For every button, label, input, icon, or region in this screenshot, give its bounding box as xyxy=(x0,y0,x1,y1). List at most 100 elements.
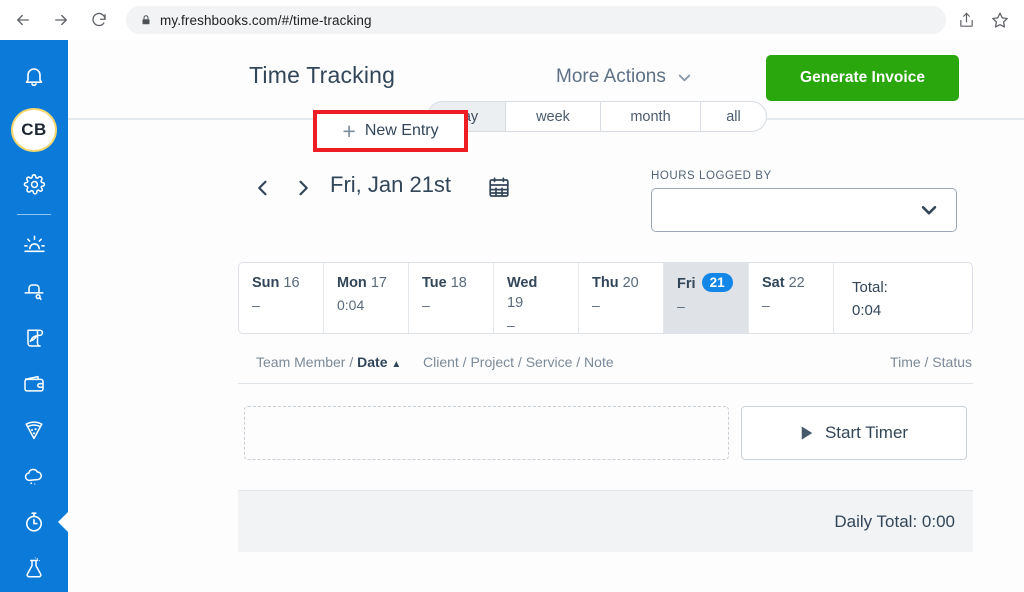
day-cell-sat[interactable]: Sat 22 – xyxy=(749,263,834,333)
more-actions-label: More Actions xyxy=(556,66,666,87)
sort-prefix: Team Member / xyxy=(256,354,358,370)
sunrise-icon xyxy=(22,233,47,258)
hours-logged-by-select[interactable] xyxy=(651,188,957,232)
day-hours: – xyxy=(507,317,515,333)
bowler-hat-icon xyxy=(22,279,46,303)
generate-invoice-button[interactable]: Generate Invoice xyxy=(766,55,959,101)
sort-team-member-date[interactable]: Team Member / Date ▲ xyxy=(256,354,401,370)
sidebar-item-expenses[interactable] xyxy=(11,362,57,406)
more-actions-button[interactable]: More Actions xyxy=(556,66,694,88)
new-entry-label: New Entry xyxy=(364,122,439,139)
sidebar-item-settings[interactable] xyxy=(11,162,57,206)
sidebar: CB xyxy=(0,40,68,592)
sidebar-item-projects[interactable] xyxy=(11,408,57,452)
daily-total-bar: Daily Total: 0:00 xyxy=(238,490,973,552)
day-cell-thu[interactable]: Thu 20 – xyxy=(579,263,664,333)
week-total-label: Total: xyxy=(852,279,888,296)
day-header: Fri 21 xyxy=(677,273,748,294)
forward-button[interactable] xyxy=(46,5,76,35)
day-number: 20 xyxy=(622,275,639,291)
main-content: Time Tracking More Actions Generate Invo… xyxy=(68,40,1024,592)
tab-week[interactable]: week xyxy=(506,102,601,131)
day-header: Sat 22 xyxy=(762,273,833,293)
start-timer-button[interactable]: Start Timer xyxy=(741,406,967,460)
sidebar-item-beta-labs[interactable] xyxy=(11,546,57,590)
sidebar-item-time-tracking[interactable] xyxy=(11,500,57,544)
day-weekday: Sun xyxy=(252,275,280,291)
day-header: Mon 17 xyxy=(337,273,408,293)
day-header: Thu 20 xyxy=(592,273,663,293)
back-button[interactable] xyxy=(8,5,38,35)
wallet-icon xyxy=(22,372,46,396)
day-hours: – xyxy=(252,297,260,313)
calendar-icon[interactable] xyxy=(487,174,511,205)
back-arrow-icon xyxy=(14,11,32,29)
star-icon[interactable] xyxy=(990,10,1010,30)
sidebar-item-clients[interactable] xyxy=(11,269,57,313)
play-icon xyxy=(800,425,814,441)
bell-icon xyxy=(22,64,46,88)
view-range-tabs: day week month all xyxy=(427,101,767,132)
day-number: 16 xyxy=(283,275,300,291)
column-time-status[interactable]: Time / Status xyxy=(890,354,972,370)
stopwatch-icon xyxy=(22,510,46,534)
cloud-icon xyxy=(22,464,46,488)
gear-icon xyxy=(23,173,46,196)
chevron-down-icon xyxy=(918,199,940,221)
day-cell-sun[interactable]: Sun 16 – xyxy=(239,263,324,333)
sidebar-item-reports[interactable] xyxy=(11,454,57,498)
daily-total-text: Daily Total: 0:00 xyxy=(834,511,955,531)
day-weekday: Wed xyxy=(507,275,538,291)
date-navigation: Fri, Jan 21st HOURS LOGGED BY xyxy=(68,158,1024,246)
day-hours: – xyxy=(422,297,430,313)
sidebar-item-dashboard[interactable] xyxy=(11,223,57,267)
flask-icon xyxy=(22,556,46,580)
day-weekday: Tue xyxy=(422,275,447,291)
day-number: 19 xyxy=(507,295,524,311)
app-root: my.freshbooks.com/#/time-tracking CB Tim… xyxy=(0,0,1024,592)
hours-logged-by-filter: HOURS LOGGED BY xyxy=(651,170,959,232)
day-hours: 0:04 xyxy=(337,297,365,313)
reload-icon xyxy=(90,11,108,29)
column-client-project-service-note[interactable]: Client / Project / Service / Note xyxy=(423,354,614,370)
day-weekday: Sat xyxy=(762,275,785,291)
day-header: Wed 19 xyxy=(507,273,555,313)
day-number: 22 xyxy=(788,275,805,291)
new-entry-dropzone[interactable] xyxy=(244,406,729,460)
date-arrows xyxy=(253,176,313,200)
hours-logged-by-label: HOURS LOGGED BY xyxy=(651,170,772,182)
tab-month[interactable]: month xyxy=(601,102,701,131)
new-entry-button[interactable]: + New Entry xyxy=(313,110,468,152)
day-cell-fri[interactable]: Fri 21 – xyxy=(664,263,749,333)
sort-active-field: Date xyxy=(357,354,388,370)
day-cell-tue[interactable]: Tue 18 – xyxy=(409,263,494,333)
day-cell-mon[interactable]: Mon 17 0:04 xyxy=(324,263,409,333)
day-weekday: Mon xyxy=(337,275,367,291)
sidebar-item-invoices[interactable] xyxy=(11,316,57,360)
day-cell-wed[interactable]: Wed 19 – xyxy=(494,263,579,333)
day-number: 17 xyxy=(370,275,387,291)
sidebar-divider xyxy=(17,214,51,216)
avatar-initials: CB xyxy=(21,120,47,140)
url-text: my.freshbooks.com/#/time-tracking xyxy=(160,12,372,28)
day-hours: – xyxy=(592,297,600,313)
browser-toolbar: my.freshbooks.com/#/time-tracking xyxy=(0,0,1024,40)
next-day-button[interactable] xyxy=(293,176,313,200)
lock-icon xyxy=(140,14,152,26)
week-total-cell: Total: 0:04 xyxy=(834,263,972,333)
forward-arrow-icon xyxy=(52,11,70,29)
prev-day-button[interactable] xyxy=(253,176,273,200)
address-bar[interactable]: my.freshbooks.com/#/time-tracking xyxy=(126,6,946,34)
scroll-quill-icon xyxy=(22,326,46,350)
sidebar-item-notifications[interactable] xyxy=(11,54,57,98)
day-number: 18 xyxy=(450,275,467,291)
share-icon[interactable] xyxy=(956,10,976,30)
day-hours: – xyxy=(677,298,685,314)
tab-all[interactable]: all xyxy=(701,102,766,131)
start-timer-label: Start Timer xyxy=(824,423,909,442)
browser-actions xyxy=(956,10,1024,30)
week-day-strip: Sun 16 – Mon 17 0:04 Tue 18 – Wed 19 – T… xyxy=(238,262,973,334)
avatar[interactable]: CB xyxy=(11,108,57,153)
reload-button[interactable] xyxy=(84,5,114,35)
sort-caret-icon: ▲ xyxy=(391,359,402,370)
